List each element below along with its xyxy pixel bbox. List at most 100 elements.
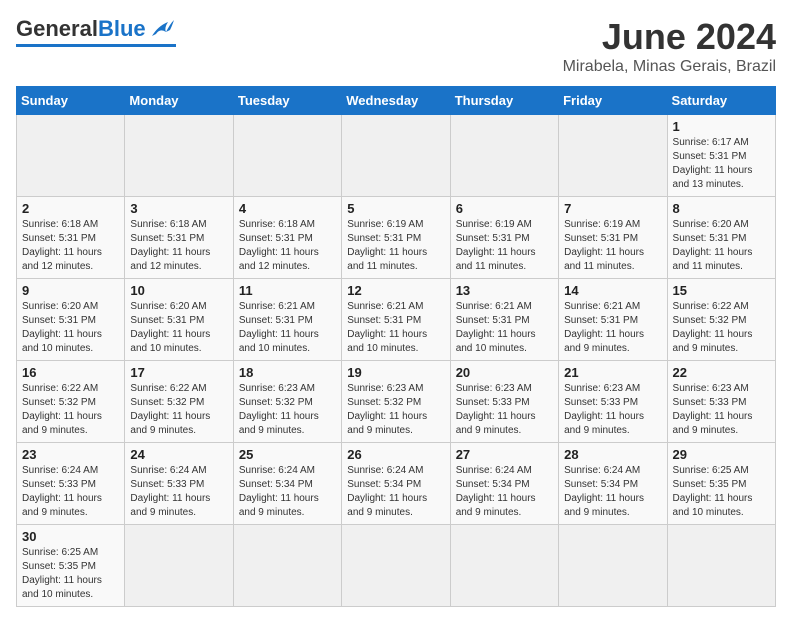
calendar-cell: 16Sunrise: 6:22 AM Sunset: 5:32 PM Dayli… bbox=[17, 361, 125, 443]
day-info: Sunrise: 6:18 AM Sunset: 5:31 PM Dayligh… bbox=[130, 218, 227, 274]
day-number: 20 bbox=[456, 365, 553, 380]
day-info: Sunrise: 6:19 AM Sunset: 5:31 PM Dayligh… bbox=[347, 218, 444, 274]
weekday-header-monday: Monday bbox=[125, 87, 233, 115]
calendar-week-row: 1Sunrise: 6:17 AM Sunset: 5:31 PM Daylig… bbox=[17, 115, 776, 197]
day-number: 29 bbox=[673, 447, 770, 462]
title-section: June 2024 Mirabela, Minas Gerais, Brazil bbox=[563, 16, 776, 76]
day-number: 12 bbox=[347, 283, 444, 298]
calendar-cell bbox=[450, 525, 558, 607]
logo-underline bbox=[16, 44, 176, 47]
day-number: 16 bbox=[22, 365, 119, 380]
calendar-cell: 8 Sunrise: 6:20 AM Sunset: 5:31 PM Daylig… bbox=[667, 197, 775, 279]
logo-general-text: General bbox=[16, 16, 98, 42]
calendar-cell: 20 Sunrise: 6:23 AM Sunset: 5:33 PM Dayli… bbox=[450, 361, 558, 443]
calendar-cell: 28 Sunrise: 6:24 AM Sunset: 5:34 PM Dayli… bbox=[559, 443, 667, 525]
calendar-cell: 11 Sunrise: 6:21 AM Sunset: 5:31 PM Dayli… bbox=[233, 279, 341, 361]
calendar-cell: 1Sunrise: 6:17 AM Sunset: 5:31 PM Daylig… bbox=[667, 115, 775, 197]
calendar-cell bbox=[559, 525, 667, 607]
day-number: 2 bbox=[22, 201, 119, 216]
calendar-cell: 14 Sunrise: 6:21 AM Sunset: 5:31 PM Dayli… bbox=[559, 279, 667, 361]
day-info: Sunrise: 6:23 AM Sunset: 5:32 PM Dayligh… bbox=[239, 382, 336, 438]
calendar-cell: 19 Sunrise: 6:23 AM Sunset: 5:32 PM Dayli… bbox=[342, 361, 450, 443]
day-info: Sunrise: 6:23 AM Sunset: 5:32 PM Dayligh… bbox=[347, 382, 444, 438]
logo-blue-text: Blue bbox=[98, 16, 146, 42]
calendar-cell: 3 Sunrise: 6:18 AM Sunset: 5:31 PM Daylig… bbox=[125, 197, 233, 279]
day-info: Sunrise: 6:24 AM Sunset: 5:33 PM Dayligh… bbox=[130, 464, 227, 520]
calendar-week-row: 16 Sunrise: 6:22 AM Sunset: 5:32 PM Dayli… bbox=[17, 361, 776, 443]
day-info: Sunrise: 6:23 AM Sunset: 5:33 PM Dayligh… bbox=[564, 382, 661, 438]
day-number: 8 bbox=[673, 201, 770, 216]
calendar-table: SundayMondayTuesdayWednesdayThursdayFrid… bbox=[16, 86, 776, 607]
day-info: Sunrise: 6:21 AM Sunset: 5:31 PM Dayligh… bbox=[564, 300, 661, 356]
day-number: 24 bbox=[130, 447, 227, 462]
day-number: 11 bbox=[239, 283, 336, 298]
day-number: 19 bbox=[347, 365, 444, 380]
calendar-cell: 2 Sunrise: 6:18 AM Sunset: 5:31 PM Daylig… bbox=[17, 197, 125, 279]
day-number: 21 bbox=[564, 365, 661, 380]
calendar-cell: 10Sunrise: 6:20 AM Sunset: 5:31 PM Dayli… bbox=[125, 279, 233, 361]
calendar-cell: 24 Sunrise: 6:24 AM Sunset: 5:33 PM Dayli… bbox=[125, 443, 233, 525]
day-info: Sunrise: 6:24 AM Sunset: 5:34 PM Dayligh… bbox=[347, 464, 444, 520]
day-number: 13 bbox=[456, 283, 553, 298]
weekday-header-sunday: Sunday bbox=[17, 87, 125, 115]
day-number: 18 bbox=[239, 365, 336, 380]
day-info: Sunrise: 6:24 AM Sunset: 5:34 PM Dayligh… bbox=[456, 464, 553, 520]
logo-bird-icon bbox=[148, 18, 176, 40]
calendar-cell: 23 Sunrise: 6:24 AM Sunset: 5:33 PM Dayli… bbox=[17, 443, 125, 525]
calendar-cell bbox=[233, 525, 341, 607]
day-info: Sunrise: 6:18 AM Sunset: 5:31 PM Dayligh… bbox=[22, 218, 119, 274]
calendar-week-row: 23 Sunrise: 6:24 AM Sunset: 5:33 PM Dayli… bbox=[17, 443, 776, 525]
weekday-header-wednesday: Wednesday bbox=[342, 87, 450, 115]
day-info: Sunrise: 6:22 AM Sunset: 5:32 PM Dayligh… bbox=[673, 300, 770, 356]
weekday-header-friday: Friday bbox=[559, 87, 667, 115]
location-title: Mirabela, Minas Gerais, Brazil bbox=[563, 58, 776, 76]
day-number: 15 bbox=[673, 283, 770, 298]
day-info: Sunrise: 6:24 AM Sunset: 5:33 PM Dayligh… bbox=[22, 464, 119, 520]
calendar-cell: 27Sunrise: 6:24 AM Sunset: 5:34 PM Dayli… bbox=[450, 443, 558, 525]
calendar-cell bbox=[125, 115, 233, 197]
day-number: 23 bbox=[22, 447, 119, 462]
calendar-cell: 12 Sunrise: 6:21 AM Sunset: 5:31 PM Dayli… bbox=[342, 279, 450, 361]
calendar-cell: 5Sunrise: 6:19 AM Sunset: 5:31 PM Daylig… bbox=[342, 197, 450, 279]
calendar-cell: 9Sunrise: 6:20 AM Sunset: 5:31 PM Daylig… bbox=[17, 279, 125, 361]
calendar-week-row: 2 Sunrise: 6:18 AM Sunset: 5:31 PM Daylig… bbox=[17, 197, 776, 279]
day-info: Sunrise: 6:24 AM Sunset: 5:34 PM Dayligh… bbox=[564, 464, 661, 520]
day-number: 30 bbox=[22, 529, 119, 544]
day-info: Sunrise: 6:21 AM Sunset: 5:31 PM Dayligh… bbox=[347, 300, 444, 356]
calendar-cell: 4Sunrise: 6:18 AM Sunset: 5:31 PM Daylig… bbox=[233, 197, 341, 279]
day-number: 14 bbox=[564, 283, 661, 298]
day-number: 6 bbox=[456, 201, 553, 216]
calendar-cell bbox=[17, 115, 125, 197]
calendar-cell bbox=[233, 115, 341, 197]
day-info: Sunrise: 6:22 AM Sunset: 5:32 PM Dayligh… bbox=[130, 382, 227, 438]
day-info: Sunrise: 6:25 AM Sunset: 5:35 PM Dayligh… bbox=[673, 464, 770, 520]
day-info: Sunrise: 6:23 AM Sunset: 5:33 PM Dayligh… bbox=[456, 382, 553, 438]
calendar-cell: 7Sunrise: 6:19 AM Sunset: 5:31 PM Daylig… bbox=[559, 197, 667, 279]
calendar-cell: 21 Sunrise: 6:23 AM Sunset: 5:33 PM Dayli… bbox=[559, 361, 667, 443]
day-info: Sunrise: 6:24 AM Sunset: 5:34 PM Dayligh… bbox=[239, 464, 336, 520]
day-info: Sunrise: 6:21 AM Sunset: 5:31 PM Dayligh… bbox=[456, 300, 553, 356]
calendar-cell: 6Sunrise: 6:19 AM Sunset: 5:31 PM Daylig… bbox=[450, 197, 558, 279]
day-number: 3 bbox=[130, 201, 227, 216]
calendar-cell: 15 Sunrise: 6:22 AM Sunset: 5:32 PM Dayli… bbox=[667, 279, 775, 361]
calendar-header-row: SundayMondayTuesdayWednesdayThursdayFrid… bbox=[17, 87, 776, 115]
logo: General Blue bbox=[16, 16, 176, 47]
day-number: 10 bbox=[130, 283, 227, 298]
day-number: 9 bbox=[22, 283, 119, 298]
calendar-cell: 22Sunrise: 6:23 AM Sunset: 5:33 PM Dayli… bbox=[667, 361, 775, 443]
calendar-week-row: 30Sunrise: 6:25 AM Sunset: 5:35 PM Dayli… bbox=[17, 525, 776, 607]
calendar-cell bbox=[342, 115, 450, 197]
weekday-header-saturday: Saturday bbox=[667, 87, 775, 115]
day-number: 22 bbox=[673, 365, 770, 380]
day-number: 4 bbox=[239, 201, 336, 216]
calendar-cell bbox=[667, 525, 775, 607]
day-number: 28 bbox=[564, 447, 661, 462]
day-number: 25 bbox=[239, 447, 336, 462]
day-info: Sunrise: 6:17 AM Sunset: 5:31 PM Dayligh… bbox=[673, 136, 770, 192]
day-info: Sunrise: 6:20 AM Sunset: 5:31 PM Dayligh… bbox=[673, 218, 770, 274]
calendar-cell bbox=[450, 115, 558, 197]
calendar-cell bbox=[125, 525, 233, 607]
calendar-cell: 30Sunrise: 6:25 AM Sunset: 5:35 PM Dayli… bbox=[17, 525, 125, 607]
calendar-cell: 29 Sunrise: 6:25 AM Sunset: 5:35 PM Dayli… bbox=[667, 443, 775, 525]
day-info: Sunrise: 6:21 AM Sunset: 5:31 PM Dayligh… bbox=[239, 300, 336, 356]
